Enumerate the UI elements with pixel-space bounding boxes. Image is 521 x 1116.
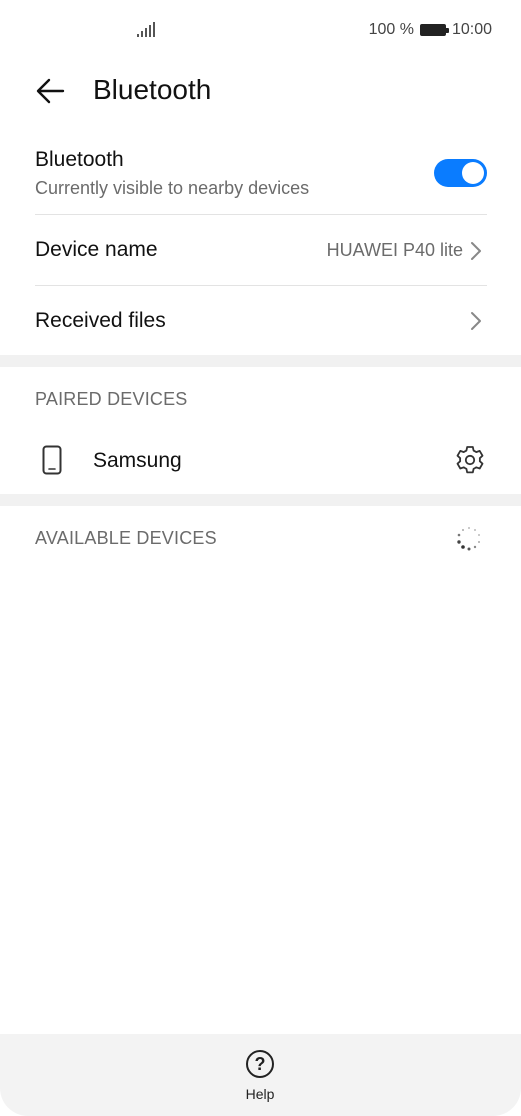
received-files-label: Received files <box>35 309 166 332</box>
bluetooth-row-subtitle: Currently visible to nearby devices <box>35 178 310 198</box>
page-title: Bluetooth <box>93 74 212 105</box>
switch-knob <box>462 162 484 184</box>
help-label: Help <box>245 1086 275 1102</box>
back-arrow-icon[interactable] <box>35 77 67 105</box>
status-right: 100 % 10:00 <box>369 21 492 39</box>
received-files-row[interactable]: Received files <box>35 287 487 355</box>
paired-devices-header: PAIRED DEVICES <box>35 389 188 409</box>
gear-icon[interactable] <box>454 444 486 476</box>
help-icon: ? <box>246 1050 274 1078</box>
bluetooth-switch[interactable] <box>434 159 487 187</box>
signal-icon <box>137 22 155 37</box>
device-name-value: HUAWEI P40 lite <box>326 240 463 260</box>
bottom-action-bar: ? Help <box>0 1034 521 1116</box>
clock: 10:00 <box>451 21 492 38</box>
battery-icon <box>419 24 449 36</box>
device-name-row[interactable]: Device name HUAWEI P40 lite <box>35 216 487 286</box>
battery-percent: 100 % <box>368 21 414 38</box>
paired-device-row[interactable]: Samsung <box>35 432 487 490</box>
bluetooth-row-title: Bluetooth <box>35 148 124 171</box>
paired-device-name: Samsung <box>93 449 182 472</box>
phone-icon <box>42 445 62 475</box>
bluetooth-settings-screen: 100 % 10:00 Bluetooth Bluetooth Currentl… <box>0 0 521 1116</box>
app-header: Bluetooth <box>0 62 521 120</box>
help-button[interactable]: ? Help <box>230 1048 290 1108</box>
loading-spinner-icon <box>457 527 480 551</box>
status-bar: 100 % 10:00 <box>0 0 521 60</box>
section-divider <box>0 494 521 506</box>
section-divider <box>0 355 521 367</box>
chevron-right-icon <box>471 242 481 260</box>
device-name-label: Device name <box>35 238 158 261</box>
chevron-right-icon <box>471 312 481 330</box>
bluetooth-toggle-row[interactable]: Bluetooth Currently visible to nearby de… <box>35 140 487 215</box>
available-devices-header: AVAILABLE DEVICES <box>35 528 217 548</box>
